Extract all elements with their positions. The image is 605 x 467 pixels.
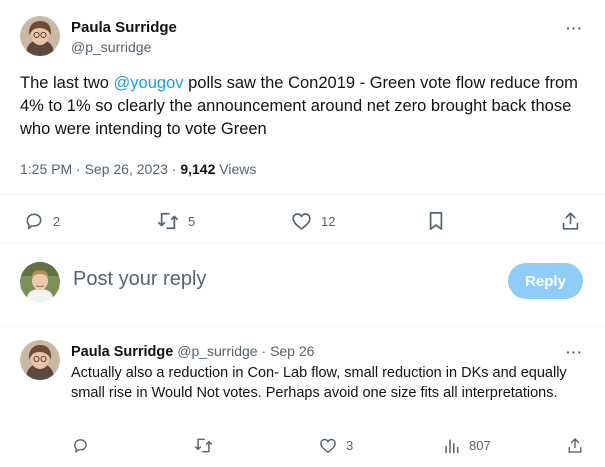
reply-author-name[interactable]: Paula Surridge <box>71 344 173 360</box>
bookmark-action[interactable] <box>427 211 445 231</box>
current-user-avatar[interactable] <box>20 262 60 302</box>
retweet-icon <box>194 437 213 454</box>
reply-views-action[interactable]: 807 <box>443 437 491 454</box>
share-action[interactable] <box>561 211 580 231</box>
reply-author-avatar[interactable] <box>20 340 60 380</box>
speech-bubble-icon <box>72 437 89 454</box>
reply-like-count: 3 <box>346 438 354 453</box>
reply-button[interactable]: Reply <box>508 263 583 299</box>
reply-text: Actually also a reduction in Con- Lab fl… <box>71 365 567 401</box>
retweet-count: 5 <box>188 213 196 229</box>
reply-retweet-action[interactable] <box>194 437 213 454</box>
more-options-icon[interactable]: ··· <box>566 20 583 36</box>
reply-reply-action[interactable] <box>72 437 89 454</box>
views-label: Views <box>219 161 257 177</box>
reply-input[interactable]: Post your reply <box>73 268 206 291</box>
speech-bubble-icon <box>24 211 44 231</box>
meta-separator: · <box>76 161 81 177</box>
reply-date[interactable]: Sep 26 <box>270 343 314 359</box>
divider <box>0 194 605 195</box>
tweet-time[interactable]: 1:25 PM <box>20 161 72 177</box>
reply-header: Paula Surridge @p_surridge · Sep 26 <box>71 343 314 360</box>
bar-chart-icon <box>443 437 460 454</box>
author-handle[interactable]: @p_surridge <box>71 39 151 55</box>
reply-author-handle[interactable]: @p_surridge <box>177 343 257 359</box>
tweet-text: The last two @yougov polls saw the Con20… <box>20 72 590 141</box>
reply-like-action[interactable]: 3 <box>319 437 353 454</box>
meta-separator: · <box>261 343 267 359</box>
reply-share-action[interactable] <box>567 437 583 454</box>
reply-count: 2 <box>53 213 61 229</box>
like-count: 12 <box>321 213 336 229</box>
divider <box>0 326 605 327</box>
reply-action[interactable]: 2 <box>24 211 60 231</box>
share-icon <box>561 211 580 231</box>
meta-separator: · <box>171 161 177 177</box>
like-action[interactable]: 12 <box>291 211 335 231</box>
bookmark-icon <box>427 211 445 231</box>
tweet-meta: 1:25 PM · Sep 26, 2023 · 9,142 Views <box>20 161 256 177</box>
retweet-icon <box>157 211 179 231</box>
tweet-text-before: The last two <box>20 74 114 92</box>
reply-more-options-icon[interactable]: ··· <box>566 344 583 360</box>
retweet-action[interactable]: 5 <box>157 211 195 231</box>
mention-link[interactable]: @yougov <box>114 74 184 92</box>
share-icon <box>567 437 583 454</box>
heart-icon <box>291 211 312 231</box>
author-avatar[interactable] <box>20 16 60 56</box>
heart-icon <box>319 437 337 454</box>
divider <box>0 243 605 244</box>
author-name[interactable]: Paula Surridge <box>71 19 177 36</box>
reply-views-count: 807 <box>469 438 491 453</box>
tweet-date[interactable]: Sep 26, 2023 <box>85 161 168 177</box>
views-count: 9,142 <box>180 161 216 177</box>
